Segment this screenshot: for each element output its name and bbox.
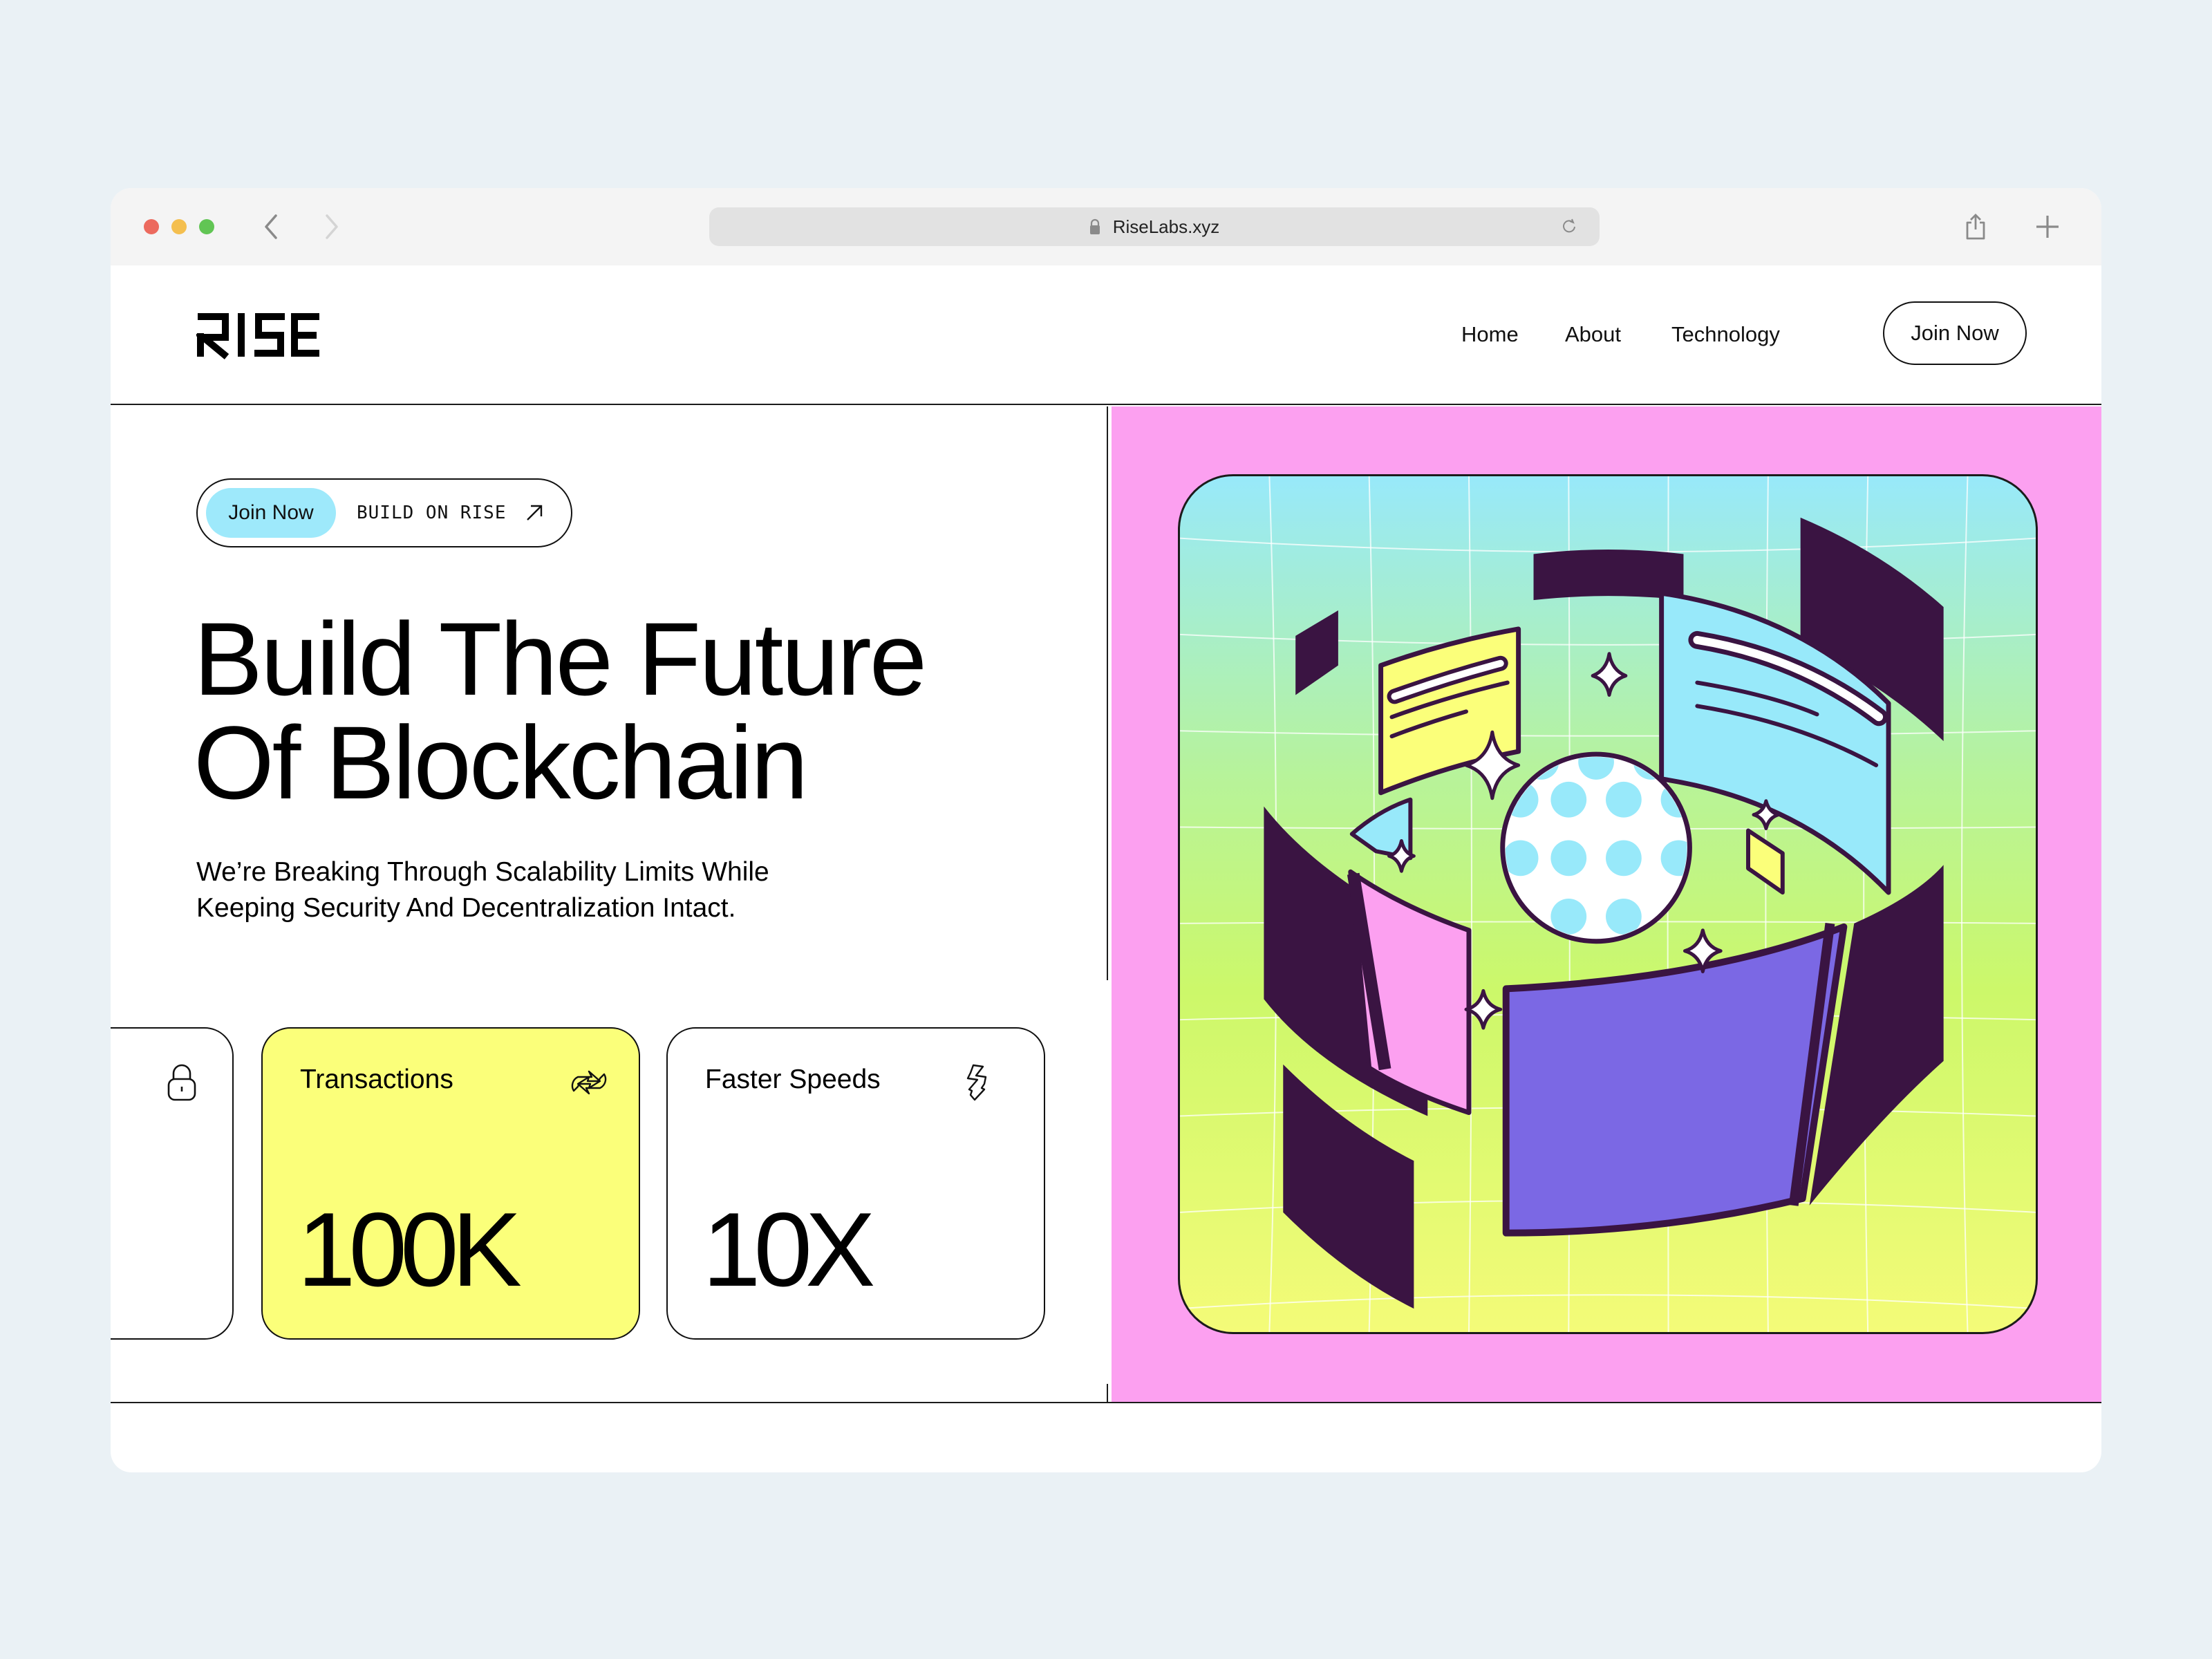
headline-line-1: Build The Future <box>194 601 927 717</box>
pill-join-now-button[interactable]: Join Now <box>206 488 336 538</box>
join-now-button[interactable]: Join Now <box>1883 301 2027 365</box>
card-value: 10X <box>702 1191 875 1309</box>
top-left-panel <box>1295 610 1338 695</box>
section-divider <box>111 1402 2101 1403</box>
build-on-rise-pill[interactable]: Join Now BUILD ON RISE <box>196 478 572 547</box>
maximize-window-button[interactable] <box>199 219 214 234</box>
reload-icon[interactable] <box>1559 217 1579 236</box>
nav-about[interactable]: About <box>1565 322 1621 347</box>
url-text: RiseLabs.xyz <box>1112 216 1220 237</box>
new-tab-icon[interactable] <box>2030 209 2065 245</box>
headline-line-2: Of Blockchain <box>194 704 808 821</box>
card-value: 100K <box>297 1191 522 1309</box>
hero-subtext: We’re Breaking Through Scalability Limit… <box>196 854 769 926</box>
rise-logo[interactable] <box>194 311 321 359</box>
lightning-icon <box>964 1063 1002 1105</box>
stat-card-transactions[interactable]: Transactions 100K <box>261 1027 640 1340</box>
back-icon[interactable] <box>257 212 285 242</box>
hero-illustration-panel <box>1112 406 2101 1402</box>
minimize-window-button[interactable] <box>171 219 187 234</box>
illustration-svg <box>1180 476 2036 1332</box>
arrow-up-right-icon <box>525 503 544 523</box>
card-label: Faster Speeds <box>705 1065 881 1094</box>
nav-technology[interactable]: Technology <box>1671 322 1780 347</box>
blockchain-illustration <box>1178 474 2038 1334</box>
share-icon[interactable] <box>1958 209 1994 245</box>
forward-icon[interactable] <box>318 212 346 242</box>
subtext-line-2: Keeping Security And Decentralization In… <box>196 893 736 923</box>
build-on-rise-link[interactable]: BUILD ON RISE <box>357 503 507 523</box>
card-label: Transactions <box>300 1065 453 1094</box>
hero-headline: Build The Future Of Blockchain <box>194 601 927 821</box>
column-divider <box>1107 1384 1108 1402</box>
site-header: Home About Technology Join Now <box>111 265 2101 405</box>
exchange-icon <box>568 1063 607 1105</box>
subtext-line-1: We’re Breaking Through Scalability Limit… <box>196 857 769 887</box>
bottom-left-panel <box>1283 1064 1414 1309</box>
hero-content: Join Now BUILD ON RISE Build The Future … <box>111 406 1107 1402</box>
address-bar[interactable]: RiseLabs.xyz <box>709 207 1600 246</box>
column-divider <box>1107 406 1108 980</box>
browser-toolbar: RiseLabs.xyz <box>111 188 2101 265</box>
lock-icon <box>1089 218 1100 235</box>
lock-icon <box>166 1063 205 1105</box>
stat-card-faster-speeds[interactable]: Faster Speeds 10X <box>666 1027 1045 1340</box>
close-window-button[interactable] <box>144 219 159 234</box>
nav-home[interactable]: Home <box>1461 322 1519 347</box>
stat-card-security[interactable] <box>111 1027 234 1340</box>
browser-window: RiseLabs.xyz Home About Technology Join … <box>111 188 2101 1472</box>
